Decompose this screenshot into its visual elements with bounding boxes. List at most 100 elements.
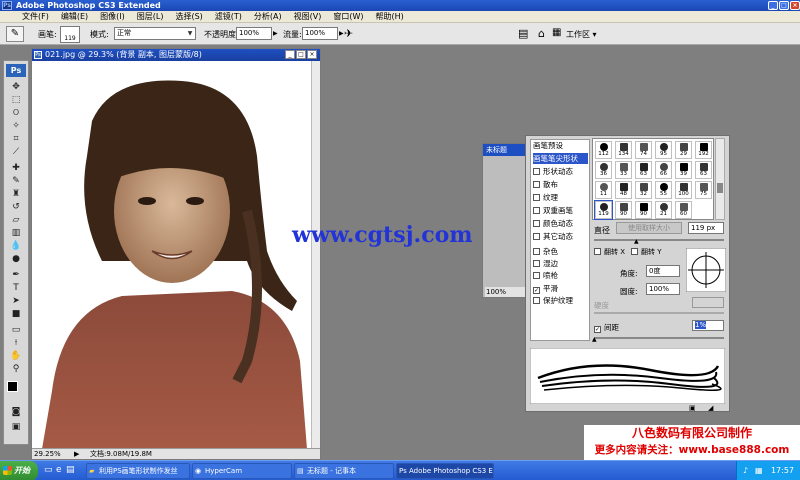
shape-tool-icon[interactable]: ■ xyxy=(9,308,23,320)
task-notepad[interactable]: ▤ 无标题 - 记事本 xyxy=(294,463,394,479)
checkbox[interactable] xyxy=(533,181,540,188)
checkbox[interactable] xyxy=(533,233,540,240)
tray-volume-icon[interactable]: ♪ xyxy=(743,461,748,480)
brush-tip-shape-item[interactable]: 画笔笔尖形状 xyxy=(533,153,588,164)
hand-tool-icon[interactable]: ✋ xyxy=(9,350,23,362)
checkbox[interactable] xyxy=(533,220,540,227)
zoom-level[interactable]: 29.25% xyxy=(34,449,61,459)
brush-grid-scroll-thumb[interactable] xyxy=(717,183,723,193)
brush-option-2[interactable]: 纹理 xyxy=(533,192,593,203)
brush-preset-cell[interactable]: 112 xyxy=(595,141,612,159)
hardness-slider[interactable] xyxy=(594,312,724,314)
opacity-input[interactable]: 100% xyxy=(236,27,272,40)
brush-preset-cell[interactable]: 192 xyxy=(695,141,712,159)
bridge-icon[interactable]: ⌂ xyxy=(538,27,545,40)
spacing-slider[interactable] xyxy=(594,337,724,339)
brush-preset-cell[interactable]: 11 xyxy=(595,181,612,199)
checkbox[interactable] xyxy=(533,297,540,304)
brush-preset-cell[interactable]: 63 xyxy=(695,161,712,179)
menu-view[interactable]: 视图(V) xyxy=(288,11,328,23)
magic-wand-tool-icon[interactable]: ✧ xyxy=(9,120,23,132)
brush-preset-cell[interactable]: 66 xyxy=(655,161,672,179)
task-folder[interactable]: ▰ 利用PS画笔形状制作发丝 xyxy=(86,463,190,479)
brush-preset-cell[interactable]: 33 xyxy=(615,161,632,179)
brush-presets-item[interactable]: 画笔预设 xyxy=(533,140,593,151)
brush-preset-cell[interactable]: 48 xyxy=(615,181,632,199)
brush-preset-cell[interactable]: 29 xyxy=(675,141,692,159)
photo-canvas[interactable] xyxy=(32,61,311,449)
brush-option-3[interactable]: 双重画笔 xyxy=(533,205,593,216)
move-tool-icon[interactable]: ✥ xyxy=(9,81,23,93)
checkbox[interactable] xyxy=(533,194,540,201)
brush-option-7[interactable]: 湿边 xyxy=(533,258,593,269)
eyedropper-tool-icon[interactable]: ⟊ xyxy=(9,337,23,349)
flip-x-checkbox[interactable]: 翻转 X xyxy=(594,247,625,257)
healing-brush-tool-icon[interactable]: ✚ xyxy=(9,162,23,174)
spacing-checkbox[interactable]: ✓ 间距 xyxy=(594,322,619,333)
brush-grid-scrollbar[interactable] xyxy=(715,138,725,220)
workspace-button[interactable]: 工作区 ▾ xyxy=(566,29,597,40)
menu-analysis[interactable]: 分析(A) xyxy=(248,11,288,23)
brush-picker[interactable]: 119 xyxy=(60,26,80,43)
brush-option-1[interactable]: 散布 xyxy=(533,179,593,190)
brush-preset-cell[interactable]: 74 xyxy=(635,141,652,159)
opacity-slider-arrow-icon[interactable]: ▶ xyxy=(273,30,278,37)
lasso-tool-icon[interactable]: ଠ xyxy=(9,107,23,119)
brush-preset-cell[interactable]: 60 xyxy=(675,201,692,219)
brush-option-0[interactable]: 形状动态 xyxy=(533,166,593,177)
menu-file[interactable]: 文件(F) xyxy=(16,11,55,23)
brush-option-4[interactable]: 颜色动态 xyxy=(533,218,593,229)
palette-well-icon[interactable]: ▤ xyxy=(518,27,528,40)
history-brush-tool-icon[interactable]: ↺ xyxy=(9,201,23,213)
brush-preset-cell[interactable]: 36 xyxy=(595,161,612,179)
document-title-bar[interactable]: Ps 021.jpg @ 29.3% (背景 副本, 图层蒙版/8) _ □ × xyxy=(32,49,320,61)
checkbox[interactable] xyxy=(533,260,540,267)
quicklaunch-icon[interactable]: ▭ xyxy=(44,465,53,475)
diameter-input[interactable]: 119 px xyxy=(688,222,724,234)
minimize-button[interactable]: _ xyxy=(768,1,778,10)
menu-window[interactable]: 窗口(W) xyxy=(327,11,369,23)
doc-minimize-button[interactable]: _ xyxy=(285,50,295,59)
checkbox[interactable] xyxy=(533,272,540,279)
tray-network-icon[interactable]: ▦ xyxy=(755,461,763,480)
brush-preset-grid[interactable]: 112 134 74 95 29 192 36 33 63 66 39 63 11 48 32 55 100 75… xyxy=(592,138,714,220)
brush-preset-cell[interactable]: 21 xyxy=(655,201,672,219)
dodge-tool-icon[interactable]: ● xyxy=(9,253,23,265)
close-button[interactable]: × xyxy=(790,1,800,10)
brush-preset-cell[interactable]: 75 xyxy=(695,181,712,199)
checkbox[interactable] xyxy=(533,248,540,255)
type-tool-icon[interactable]: T xyxy=(9,282,23,294)
brush-preset-cell[interactable]: 100 xyxy=(675,181,692,199)
menu-edit[interactable]: 编辑(E) xyxy=(55,11,94,23)
menu-filter[interactable]: 滤镜(T) xyxy=(209,11,248,23)
menu-layer[interactable]: 图层(L) xyxy=(131,11,170,23)
eraser-tool-icon[interactable]: ▱ xyxy=(9,214,23,226)
clone-stamp-tool-icon[interactable]: ♜ xyxy=(9,188,23,200)
brush-option-6[interactable]: 杂色 xyxy=(533,246,593,257)
pen-tool-icon[interactable]: ✒ xyxy=(9,269,23,281)
checkbox[interactable]: ✓ xyxy=(533,287,540,294)
use-sample-size-button[interactable]: 使用取样大小 xyxy=(616,222,682,234)
brush-preset-cell[interactable]: 134 xyxy=(615,141,632,159)
spacing-slider-thumb-icon[interactable]: ▲ xyxy=(592,336,597,343)
task-hypercam[interactable]: ◉ HyperCam xyxy=(192,463,292,479)
roundness-input[interactable]: 100% xyxy=(646,283,680,295)
checkbox[interactable] xyxy=(533,207,540,214)
create-preset-icon[interactable]: ▣ xyxy=(689,404,696,412)
brush-option-5[interactable]: 其它动态 xyxy=(533,231,593,242)
mode-select[interactable]: 正常 ▼ xyxy=(114,27,196,40)
brush-tool-preset-icon[interactable]: ✎ xyxy=(6,26,24,42)
untitled-title[interactable]: 未标题 xyxy=(483,144,527,156)
brush-preset-cell[interactable]: 32 xyxy=(635,181,652,199)
diameter-slider-thumb-icon[interactable]: ▲ xyxy=(634,238,639,245)
flip-y-checkbox[interactable]: 翻转 Y xyxy=(631,247,662,257)
brush-preset-cell[interactable]: 95 xyxy=(655,141,672,159)
task-photoshop[interactable]: Ps Adobe Photoshop CS3 E... xyxy=(396,463,494,479)
brush-option-10[interactable]: 保护纹理 xyxy=(533,295,593,306)
brush-preset-cell[interactable]: 90 xyxy=(615,201,632,219)
status-menu-arrow-icon[interactable]: ▶ xyxy=(74,449,79,459)
document-vertical-scrollbar[interactable] xyxy=(311,61,320,449)
flow-input[interactable]: 100% xyxy=(302,27,338,40)
brush-preset-cell[interactable]: 39 xyxy=(675,161,692,179)
hardness-input[interactable] xyxy=(692,297,724,308)
